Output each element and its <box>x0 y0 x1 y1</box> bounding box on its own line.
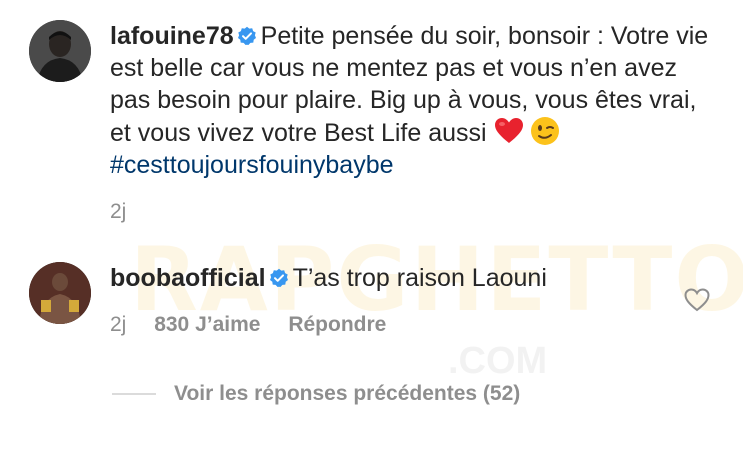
comment-lafouine78: lafouine78 Petite pensée du soir, bonsoi… <box>110 20 710 181</box>
view-previous-replies-button[interactable]: Voir les réponses précédentes (52) <box>112 382 520 406</box>
comment-boobaofficial: boobaofficial T’as trop raison Laouni <box>110 262 670 294</box>
username-boobaofficial[interactable]: boobaofficial <box>110 264 266 292</box>
comment-meta-lafouine78: 2j <box>110 200 148 224</box>
reply-button[interactable]: Répondre <box>288 313 386 336</box>
avatar-boobaofficial[interactable] <box>29 262 91 324</box>
username-lafouine78[interactable]: lafouine78 <box>110 22 234 50</box>
hashtag-link[interactable]: #cesttoujoursfouinybaybe <box>110 151 394 179</box>
timestamp[interactable]: 2j <box>110 313 126 336</box>
comment-meta-boobaofficial: 2j 830 J’aime Répondre <box>110 313 408 337</box>
avatar-lafouine78[interactable] <box>29 20 91 82</box>
view-replies-label: Voir les réponses précédentes (52) <box>174 382 521 405</box>
winking-face-emoji-icon <box>530 117 559 145</box>
timestamp[interactable]: 2j <box>110 200 126 223</box>
like-heart-icon[interactable] <box>684 288 710 312</box>
watermark-sub: .COM <box>448 340 548 382</box>
likes-count-link[interactable]: 830 J’aime <box>154 313 260 336</box>
verified-badge-icon <box>269 268 288 287</box>
divider-line <box>112 393 156 395</box>
verified-badge-icon <box>237 26 256 45</box>
red-heart-emoji-icon <box>494 118 523 143</box>
comment-body-boobaofficial: T’as trop raison Laouni <box>292 264 547 292</box>
